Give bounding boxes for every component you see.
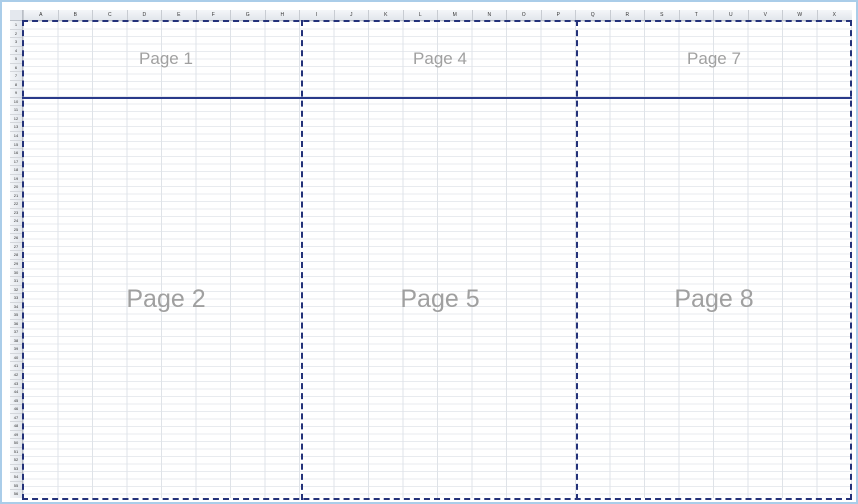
page-break-bottom-edge[interactable] [22, 498, 852, 500]
row-header-30[interactable]: 30 [10, 267, 22, 277]
row-header-36[interactable]: 36 [10, 318, 22, 328]
row-header-7[interactable]: 7 [10, 71, 22, 80]
page-break-horizontal[interactable] [22, 97, 852, 99]
page-break-left-edge[interactable] [22, 20, 24, 500]
row-header-15[interactable]: 15 [10, 139, 22, 149]
row-header-21[interactable]: 21 [10, 190, 22, 200]
row-header-6[interactable]: 6 [10, 62, 22, 72]
column-header-q[interactable]: Q [575, 10, 610, 20]
column-header-e[interactable]: E [161, 10, 196, 20]
column-header-s[interactable]: S [644, 10, 679, 20]
page-label-1: Page 1 [139, 49, 193, 68]
column-header-o[interactable]: O [506, 10, 541, 20]
row-header-3[interactable]: 3 [10, 37, 22, 46]
column-header-i[interactable]: I [299, 10, 334, 20]
row-header-25[interactable]: 25 [10, 224, 22, 234]
row-header-34[interactable]: 34 [10, 301, 22, 311]
row-header-14[interactable]: 14 [10, 130, 22, 140]
row-header-46[interactable]: 46 [10, 404, 22, 413]
row-header-11[interactable]: 11 [10, 105, 22, 114]
row-header-45[interactable]: 45 [10, 395, 22, 405]
row-header-52[interactable]: 52 [10, 455, 22, 464]
row-header-19[interactable]: 19 [10, 173, 22, 183]
row-header-10[interactable]: 10 [10, 96, 22, 106]
column-header-t[interactable]: T [678, 10, 714, 20]
row-header-12[interactable]: 12 [10, 113, 22, 123]
column-header-b[interactable]: B [57, 10, 93, 20]
row-header-40[interactable]: 40 [10, 352, 22, 362]
row-header-23[interactable]: 23 [10, 207, 22, 217]
column-header-g[interactable]: G [230, 10, 265, 20]
column-header-h[interactable]: H [264, 10, 300, 20]
page-label-2: Page 2 [126, 285, 206, 313]
row-header-22[interactable]: 22 [10, 199, 22, 208]
row-header-48[interactable]: 48 [10, 421, 22, 430]
page-break-preview-window: ABCDEFGHIJKLMNOPQRSTUVWX 1 2 3 4 5 6 7 8 9 10 11 12… [0, 0, 858, 504]
row-header-55[interactable]: 55 [10, 480, 22, 490]
row-header-28[interactable]: 28 [10, 250, 22, 259]
page-break-vertical-2[interactable] [576, 20, 578, 500]
column-header-w[interactable]: W [782, 10, 817, 20]
row-header-42[interactable]: 42 [10, 369, 22, 379]
row-header-53[interactable]: 53 [10, 463, 22, 473]
row-header-54[interactable]: 54 [10, 472, 22, 481]
row-header-35[interactable]: 35 [10, 310, 22, 319]
column-header-r[interactable]: R [609, 10, 645, 20]
row-header-9[interactable]: 9 [10, 88, 22, 97]
page-break-vertical-1[interactable] [301, 20, 303, 500]
row-header-17[interactable]: 17 [10, 156, 22, 166]
column-header-m[interactable]: M [437, 10, 472, 20]
page-break-right-edge[interactable] [850, 20, 852, 500]
row-header-13[interactable]: 13 [10, 122, 22, 131]
row-header-39[interactable]: 39 [10, 344, 22, 353]
row-header-16[interactable]: 16 [10, 148, 22, 157]
row-header-32[interactable]: 32 [10, 284, 22, 294]
row-header-50[interactable]: 50 [10, 438, 22, 447]
row-header-26[interactable]: 26 [10, 233, 22, 242]
page-label-5: Page 5 [400, 285, 480, 313]
column-header-p[interactable]: P [540, 10, 576, 20]
row-header-33[interactable]: 33 [10, 293, 22, 302]
column-header-a[interactable]: A [23, 10, 58, 20]
row-header-31[interactable]: 31 [10, 276, 22, 285]
row-header-41[interactable]: 41 [10, 361, 22, 370]
column-header-l[interactable]: L [402, 10, 438, 20]
page-break-top-edge[interactable] [22, 20, 852, 22]
page-label-4: Page 4 [413, 49, 467, 68]
column-header-n[interactable]: N [471, 10, 507, 20]
row-header-5[interactable]: 5 [10, 54, 22, 63]
row-header-2[interactable]: 2 [10, 28, 22, 38]
row-header-4[interactable]: 4 [10, 45, 22, 55]
column-header-c[interactable]: C [92, 10, 127, 20]
row-header-20[interactable]: 20 [10, 182, 22, 191]
row-header-51[interactable]: 51 [10, 446, 22, 456]
row-header-29[interactable]: 29 [10, 259, 22, 268]
row-header-47[interactable]: 47 [10, 412, 22, 422]
column-header-d[interactable]: D [126, 10, 162, 20]
page-label-7: Page 7 [687, 49, 741, 68]
column-header-x[interactable]: X [816, 10, 852, 20]
column-header-u[interactable]: U [713, 10, 748, 20]
column-header-j[interactable]: J [333, 10, 369, 20]
column-header-k[interactable]: K [368, 10, 403, 20]
row-header-18[interactable]: 18 [10, 165, 22, 174]
row-header-24[interactable]: 24 [10, 216, 22, 225]
column-header-f[interactable]: F [195, 10, 231, 20]
row-header-27[interactable]: 27 [10, 241, 22, 251]
row-header-8[interactable]: 8 [10, 79, 22, 89]
column-header-v[interactable]: V [747, 10, 783, 20]
row-header-44[interactable]: 44 [10, 387, 22, 396]
row-header-37[interactable]: 37 [10, 327, 22, 336]
row-header-43[interactable]: 43 [10, 378, 22, 388]
row-header-38[interactable]: 38 [10, 335, 22, 345]
row-header-1[interactable]: 1 [10, 20, 22, 29]
row-header-56[interactable]: 56 [10, 489, 22, 498]
page-label-8: Page 8 [674, 285, 754, 313]
cell-grid[interactable] [23, 21, 852, 498]
row-header-49[interactable]: 49 [10, 429, 22, 439]
